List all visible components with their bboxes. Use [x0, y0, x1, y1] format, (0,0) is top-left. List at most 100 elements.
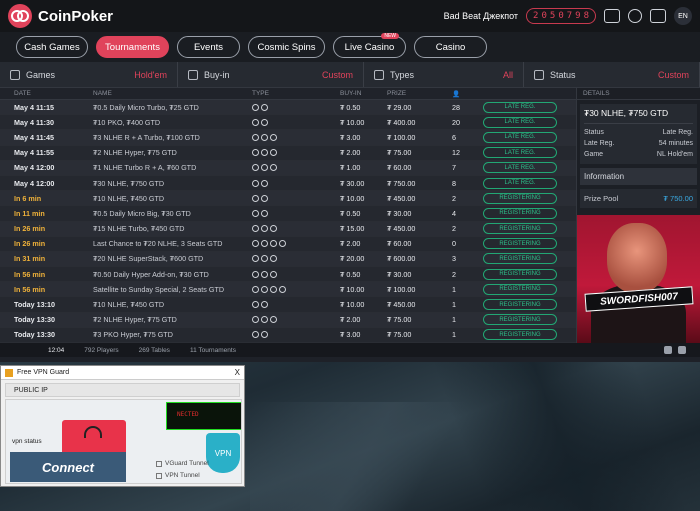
row-name: ₮0.50 Daily Hyper Add-on, ₮30 GTD — [93, 269, 209, 279]
details-title: ₮30 NLHE, ₮750 GTD — [584, 108, 693, 124]
row-buyin: ₮ 10.00 — [340, 300, 365, 310]
table-row[interactable]: In 11 min ₮0.5 Daily Micro Big, ₮30 GTD ₮ … — [0, 206, 576, 222]
new-badge: NEW — [381, 33, 399, 39]
promo-banner[interactable]: SWORDFISH007 — [577, 215, 700, 343]
status-button[interactable]: LATE REG. — [483, 101, 557, 113]
table-row[interactable]: Today 13:30 ₮2 NLHE Hyper, ₮75 GTD ₮ 2.00 ₮… — [0, 312, 576, 328]
row-date: May 4 12:00 — [14, 163, 55, 173]
row-type — [250, 301, 330, 309]
status-button[interactable]: REGISTERING — [483, 283, 557, 295]
row-players: 1 — [452, 300, 456, 310]
row-status-cell: REGISTERING — [480, 238, 560, 250]
tab-live-casino[interactable]: Live Casino NEW — [333, 33, 406, 58]
vpn-tunnel-option[interactable]: VPN Tunnel — [156, 472, 200, 479]
status-button[interactable]: LATE REG. — [483, 162, 557, 174]
tournament-type-icon — [261, 149, 268, 157]
table-row[interactable]: Today 13:10 ₮10 NLHE, ₮450 GTD ₮ 10.00 ₮ 45… — [0, 297, 576, 313]
table-row[interactable]: May 4 12:00 ₮30 NLHE, ₮750 GTD ₮ 30.00 ₮ 75… — [0, 175, 576, 192]
vpn-titlebar[interactable]: Free VPN Guard X — [1, 366, 244, 380]
row-status-cell: LATE REG. — [480, 101, 560, 113]
mail-icon[interactable] — [650, 9, 666, 23]
table-row[interactable]: In 6 min ₮10 NLHE, ₮450 GTD ₮ 10.00 ₮ 450.0… — [0, 191, 576, 207]
row-players: 3 — [452, 254, 456, 264]
col-type[interactable]: TYPE — [250, 90, 330, 97]
status-button[interactable]: LATE REG. — [483, 131, 557, 143]
gear-icon[interactable] — [628, 9, 642, 23]
table-row[interactable]: In 26 min Last Chance to ₮20 NLHE, 3 Seat… — [0, 236, 576, 252]
tournament-type-icon — [261, 133, 268, 141]
status-button[interactable]: LATE REG. — [483, 177, 557, 189]
table-row[interactable]: In 31 min ₮20 NLHE SuperStack, ₮600 GTD ₮ … — [0, 251, 576, 268]
information-tab[interactable]: Information — [580, 168, 697, 185]
tournament-type-icon — [270, 225, 277, 233]
row-status-cell: LATE REG. — [480, 131, 560, 143]
status-button[interactable]: REGISTERING — [483, 238, 557, 250]
table-row[interactable]: May 4 11:55 ₮2 NLHE Hyper, ₮75 GTD ₮ 2.00 ₮… — [0, 145, 576, 161]
status-button[interactable]: LATE REG. — [483, 147, 557, 159]
tab-label: Live Casino — [344, 41, 395, 53]
vpn-tunnel-label: VPN Tunnel — [165, 472, 200, 479]
tab-casino[interactable]: Casino — [414, 36, 487, 58]
col-name[interactable]: NAME — [80, 90, 250, 97]
status-button[interactable]: REGISTERING — [483, 223, 557, 235]
twitter-icon[interactable] — [664, 346, 672, 354]
table-row[interactable]: May 4 12:00 ₮1 NLHE Turbo R + A, ₮60 GTD ₮… — [0, 160, 576, 176]
tab-events[interactable]: Events — [177, 36, 240, 58]
row-status-cell: REGISTERING — [480, 207, 560, 219]
status-button[interactable]: REGISTERING — [483, 329, 557, 341]
tournament-type-icon — [261, 331, 268, 339]
wallet-icon[interactable] — [604, 9, 620, 23]
filter-value: All — [502, 69, 513, 80]
col-date[interactable]: DATE — [0, 90, 80, 97]
row-date: In 26 min — [14, 224, 46, 234]
telegram-icon[interactable] — [678, 346, 686, 354]
filter-types[interactable]: Types All — [364, 62, 524, 87]
col-players[interactable]: 👤 — [450, 90, 480, 98]
status-button[interactable]: REGISTERING — [483, 299, 557, 311]
tournament-type-icon — [270, 316, 277, 324]
tournament-type-icon — [270, 285, 277, 293]
row-players: 8 — [452, 178, 456, 188]
table-row[interactable]: May 4 11:15 ₮0.5 Daily Micro Turbo, ₮25 G… — [0, 100, 576, 116]
table-row[interactable]: May 4 11:45 ₮3 NLHE R + A Turbo, ₮100 GTD… — [0, 130, 576, 146]
table-row[interactable]: In 26 min ₮15 NLHE Turbo, ₮450 GTD ₮ 15.00… — [0, 221, 576, 237]
status-button[interactable]: LATE REG. — [483, 116, 557, 128]
table-row[interactable]: Today 13:30 ₮3 PKO Hyper, ₮75 GTD ₮ 3.00 ₮ … — [0, 327, 576, 343]
vguard-tunnel-option[interactable]: VGuard Tunnel — [156, 460, 209, 467]
col-prize[interactable]: PRIZE — [385, 90, 450, 97]
brand-logo[interactable]: CoinPoker — [8, 4, 113, 28]
tournament-type-icon — [252, 103, 259, 111]
filter-games[interactable]: Games Hold'em — [0, 62, 178, 87]
col-buyin[interactable]: BUY-IN — [330, 90, 385, 97]
status-button[interactable]: REGISTERING — [483, 192, 557, 204]
table-row[interactable]: In 56 min ₮0.50 Daily Hyper Add-on, ₮30 G… — [0, 267, 576, 283]
filter-buyin[interactable]: Buy-in Custom — [178, 62, 364, 87]
status-button[interactable]: REGISTERING — [483, 207, 557, 219]
filter-label: Buy-in — [204, 69, 230, 80]
tournament-type-icon — [261, 194, 268, 202]
checkbox-icon — [156, 472, 162, 479]
status-button[interactable]: REGISTERING — [483, 268, 557, 280]
prize-pool-label: Prize Pool — [584, 194, 619, 203]
table-row[interactable]: May 4 11:30 ₮10 PKO, ₮400 GTD ₮ 10.00 ₮ 400… — [0, 115, 576, 131]
coinpoker-logo-icon — [8, 4, 32, 28]
row-type — [250, 164, 330, 172]
tab-cosmic-spins[interactable]: Cosmic Spins — [248, 36, 325, 58]
row-players: 2 — [452, 224, 456, 234]
row-buyin: ₮ 0.50 — [340, 269, 361, 279]
tab-tournaments[interactable]: Tournaments — [96, 36, 169, 58]
row-type — [250, 270, 330, 278]
connect-button[interactable]: Connect — [10, 452, 126, 482]
row-buyin: ₮ 1.00 — [340, 163, 361, 173]
status-button[interactable]: REGISTERING — [483, 253, 557, 265]
table-row[interactable]: In 56 min Satellite to Sunday Special, 2 … — [0, 282, 576, 298]
filter-status[interactable]: Status Custom — [524, 62, 700, 87]
close-icon[interactable]: X — [235, 368, 240, 377]
tab-cash-games[interactable]: Cash Games — [16, 36, 88, 58]
row-buyin: ₮ 3.00 — [340, 132, 361, 142]
vpn-title: Free VPN Guard — [17, 369, 70, 376]
tournament-type-icon — [261, 285, 268, 293]
language-button[interactable]: EN — [674, 7, 692, 25]
row-name: ₮2 NLHE Hyper, ₮75 GTD — [93, 148, 177, 158]
status-button[interactable]: REGISTERING — [483, 314, 557, 326]
